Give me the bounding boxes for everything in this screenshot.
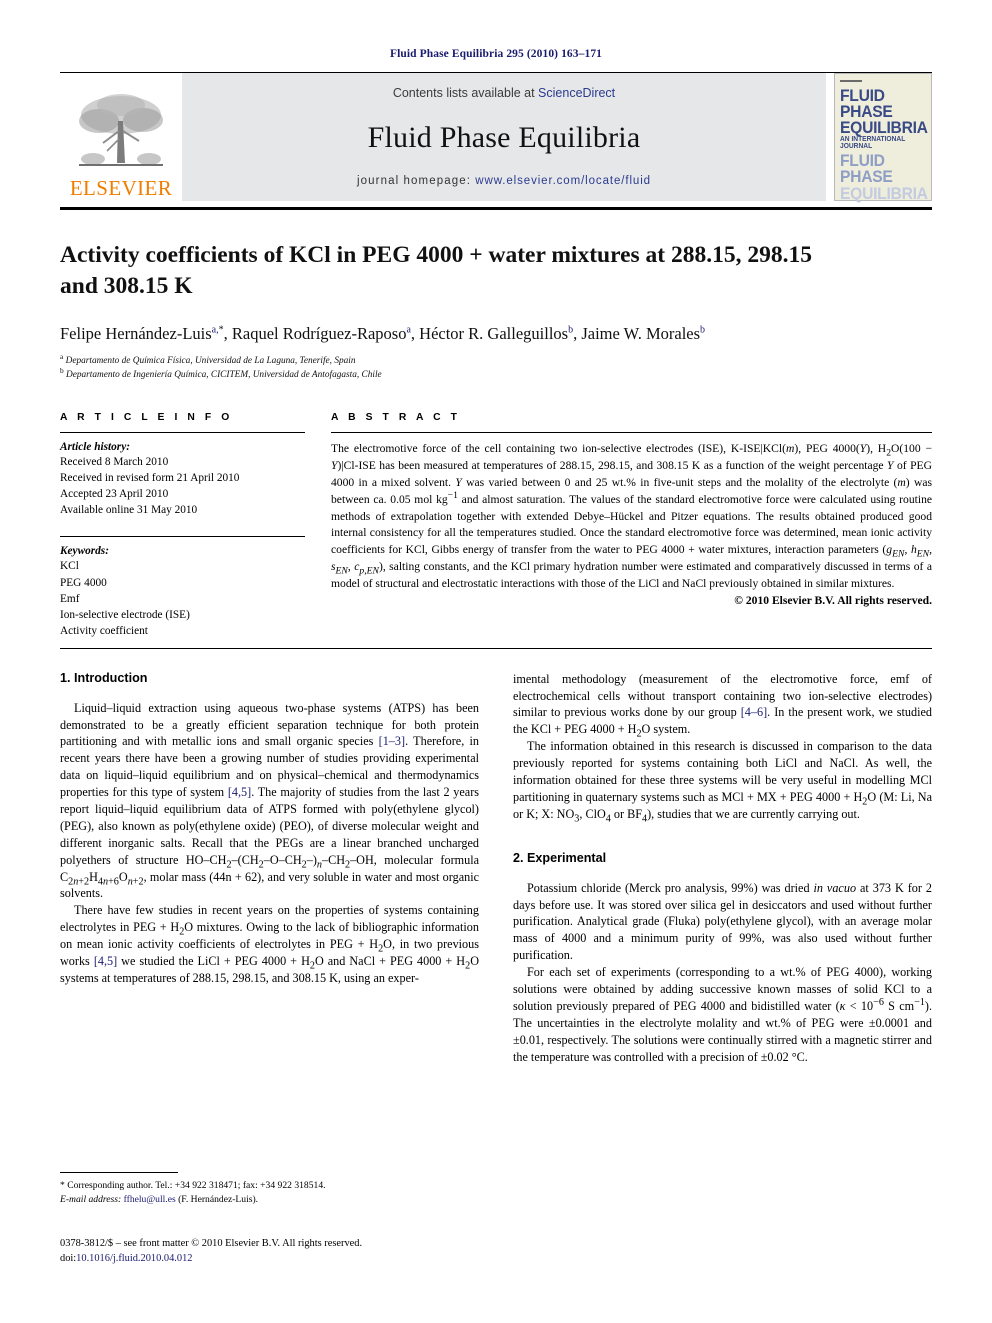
intro-paragraph-4: The information obtained in this researc… bbox=[513, 739, 932, 825]
journal-homepage-line: journal homepage: www.elsevier.com/locat… bbox=[357, 175, 651, 187]
abstract-heading: A B S T R A C T bbox=[331, 412, 461, 424]
cover-line-1: FLUID PHASE bbox=[840, 87, 893, 122]
article-info-rule bbox=[60, 432, 305, 434]
abstract-rule bbox=[331, 432, 932, 434]
author-list: Felipe Hernández-Luisa,*, Raquel Rodrígu… bbox=[60, 323, 706, 343]
doi-link[interactable]: 10.1016/j.fluid.2010.04.012 bbox=[76, 1253, 192, 1264]
affiliation-b: b Departamento de Ingeniería Química, CI… bbox=[60, 365, 932, 382]
title-block: Activity coefficients of KCl in PEG 4000… bbox=[60, 240, 932, 382]
issn-line: 0378-3812/$ – see front matter © 2010 El… bbox=[60, 1238, 363, 1249]
body-column-left: 1. Introduction Liquid–liquid extraction… bbox=[60, 671, 479, 1066]
masthead-bottom-rule bbox=[60, 207, 932, 210]
info-abstract-panel: A R T I C L E I N F O Article history: R… bbox=[60, 412, 932, 638]
intro-paragraph-1: Liquid–liquid extraction using aqueous t… bbox=[60, 700, 479, 901]
journal-title: Fluid Phase Equilibria bbox=[367, 120, 641, 154]
homepage-prefix: journal homepage: bbox=[357, 175, 476, 187]
history-item: Received 8 March 2010 bbox=[60, 456, 169, 469]
cover-line-2: EQUILIBRIA bbox=[840, 119, 928, 138]
history-item: Received in revised form 21 April 2010 bbox=[60, 472, 240, 485]
page-title: Activity coefficients of KCl in PEG 4000… bbox=[60, 242, 812, 300]
elsevier-wordmark: ELSEVIER bbox=[69, 176, 173, 200]
panel-bottom-rule bbox=[60, 647, 932, 649]
doi-label: doi: bbox=[60, 1253, 77, 1265]
journal-masthead: ELSEVIER Contents lists available at Sci… bbox=[60, 73, 932, 203]
intro-paragraph-2: There have few studies in recent years o… bbox=[60, 903, 479, 985]
keywords-label: Keywords: bbox=[60, 545, 109, 558]
intro-paragraph-3: imental methodology (measurement of the … bbox=[513, 671, 932, 740]
article-history-label: Article history: bbox=[60, 441, 130, 454]
history-item: Available online 31 May 2010 bbox=[60, 504, 198, 517]
abstract-column: A B S T R A C T The electromotive force … bbox=[331, 412, 932, 638]
article-info-column: A R T I C L E I N F O Article history: R… bbox=[60, 412, 305, 638]
experimental-paragraph-1: Potassium chloride (Merck pro analysis, … bbox=[513, 880, 932, 963]
keywords-rule bbox=[60, 536, 305, 538]
history-item: Accepted 23 April 2010 bbox=[60, 488, 169, 501]
email-attribution: (F. Hernández-Luis). bbox=[178, 1193, 259, 1205]
abstract-copyright: © 2010 Elsevier B.V. All rights reserved… bbox=[734, 593, 932, 607]
affiliation-b-text: Departamento de Ingeniería Química, CICI… bbox=[66, 369, 382, 380]
footnote-corresponding-line: * Corresponding author. Tel.: +34 922 31… bbox=[60, 1180, 326, 1191]
corresponding-author-footnote: * Corresponding author. Tel.: +34 922 31… bbox=[60, 1172, 479, 1207]
cover-line-5: EQUILIBRIA bbox=[840, 184, 928, 203]
imprint-block: 0378-3812/$ – see front matter © 2010 El… bbox=[60, 1236, 620, 1266]
footnote-rule bbox=[60, 1172, 178, 1173]
elsevier-tree-icon bbox=[79, 94, 163, 166]
article-page: Fluid Phase Equilibria 295 (2010) 163–17… bbox=[0, 0, 992, 1323]
running-head: Fluid Phase Equilibria 295 (2010) 163–17… bbox=[389, 48, 603, 60]
keyword-item: Activity coefficient bbox=[60, 624, 148, 637]
section-heading-experimental: 2. Experimental bbox=[513, 850, 607, 865]
contents-prefix: Contents lists available at bbox=[392, 86, 539, 100]
cover-line-4: FLUID PHASE bbox=[840, 152, 893, 187]
keyword-item: KCl bbox=[60, 560, 79, 573]
keyword-item: PEG 4000 bbox=[60, 576, 107, 589]
footnote-email-line: E-mail address: ffhelu@ull.es (F. Hernán… bbox=[60, 1193, 479, 1207]
email-label: E-mail address: bbox=[60, 1193, 122, 1205]
affiliation-marker-a: a bbox=[60, 352, 64, 362]
experimental-paragraph-2: For each set of experiments (correspondi… bbox=[513, 965, 933, 1064]
doi-line: doi:10.1016/j.fluid.2010.04.012 bbox=[60, 1251, 620, 1266]
keyword-item: Emf bbox=[60, 592, 80, 605]
body-column-right: imental methodology (measurement of the … bbox=[513, 671, 932, 1066]
contents-available-line: Contents lists available at ScienceDirec… bbox=[393, 86, 615, 100]
affiliation-a-text: Departamento de Química Física, Universi… bbox=[65, 356, 356, 367]
keyword-item: Ion-selective electrode (ISE) bbox=[60, 608, 190, 621]
section-heading-introduction: 1. Introduction bbox=[60, 670, 148, 685]
body-columns: 1. Introduction Liquid–liquid extraction… bbox=[60, 671, 932, 1066]
affiliation-a: a Departamento de Química Física, Univer… bbox=[60, 352, 932, 368]
journal-cover-thumbnail[interactable]: FLUID PHASE EQUILIBRIA AN INTERNATIONAL … bbox=[834, 73, 932, 203]
sciencedirect-link[interactable]: ScienceDirect bbox=[538, 86, 615, 100]
elsevier-logo[interactable]: ELSEVIER bbox=[60, 73, 182, 201]
email-link[interactable]: ffhelu@ull.es bbox=[124, 1194, 176, 1205]
abstract-text: The electromotive force of the cell cont… bbox=[331, 442, 933, 590]
masthead-center-panel: Contents lists available at ScienceDirec… bbox=[182, 73, 826, 201]
article-info-heading: A R T I C L E I N F O bbox=[60, 412, 233, 424]
homepage-url-link[interactable]: www.elsevier.com/locate/fluid bbox=[475, 175, 651, 187]
cover-line-3: AN INTERNATIONAL JOURNAL bbox=[840, 136, 906, 151]
cover-publisher-mark-icon bbox=[840, 80, 862, 82]
affiliation-marker-b: b bbox=[60, 365, 64, 375]
